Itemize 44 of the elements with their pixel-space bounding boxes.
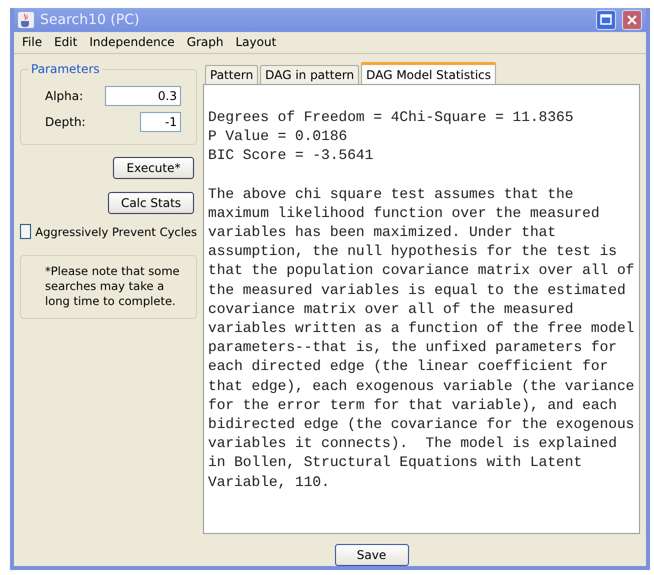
tab[interactable]: DAG Model Statistics: [361, 62, 496, 84]
explanation-line: parameters--that is, the unfixed parameters for: [208, 339, 618, 358]
field-label: Depth:: [44, 115, 87, 129]
calc-stats-button[interactable]: Calc Stats: [108, 192, 194, 214]
close-icon: [626, 14, 638, 26]
menu-item[interactable]: Graph: [180, 35, 230, 50]
explanation-line: covariance matrix over all of the measured: [208, 300, 574, 320]
menu-item[interactable]: Independence: [83, 35, 181, 50]
explanation-line: Variable, 110.: [208, 474, 331, 493]
explanation-line: for the error term for that variable), and each: [208, 396, 618, 416]
explanation-line: in Bollen, Structural Equations with Latent: [208, 454, 584, 474]
save-button[interactable]: Save: [334, 544, 408, 566]
stats-line: BIC Score = -3.5641: [208, 147, 374, 166]
note-text: *Please note that some searches may take a long time to complete.: [20, 255, 197, 319]
explanation-line: each directed edge (the linear coefficient for: [208, 358, 610, 378]
explanation-line: variables it connects). The model is explained: [208, 435, 618, 454]
menu-item[interactable]: Layout: [230, 35, 282, 50]
maximize-button[interactable]: [596, 10, 616, 30]
field-label: Alpha:: [44, 89, 84, 103]
explanation-line: variables written as a function of the free model: [208, 320, 636, 340]
explanation-line: that the population covariance matrix over all of: [208, 262, 636, 282]
explanation-line: assumption, the null hypothesis for the test is: [208, 243, 618, 262]
stats-line: P Value = 0.0186: [208, 128, 348, 148]
tab[interactable]: DAG in pattern: [260, 65, 360, 84]
checkbox-label: Aggressively Prevent Cycles: [35, 224, 197, 238]
tab[interactable]: Pattern: [205, 65, 258, 84]
explanation-line: the measured variables is equal to the estimated: [208, 282, 627, 301]
stats-line: Degrees of Freedom = 4Chi-Square = 11.8365: [208, 109, 574, 128]
execute-button[interactable]: Execute*: [113, 157, 194, 179]
explanation-line: bidirected edge (the covariance for the exogenous: [208, 416, 636, 436]
close-button[interactable]: [622, 10, 642, 30]
maximize-icon: [600, 14, 612, 26]
coffee-cup-icon: [18, 12, 34, 28]
menu-item[interactable]: Edit: [48, 35, 84, 50]
explanation-line: maximum likelihood function over the measured: [208, 204, 601, 224]
number-field[interactable]: -1: [140, 112, 181, 132]
menu-item[interactable]: File: [16, 35, 48, 50]
explanation-line: variables has been maximized. Under that: [208, 224, 558, 244]
panel-title: Parameters: [30, 62, 101, 76]
explanation-line: that edge), each exogenous variable (the variance: [208, 378, 636, 397]
checkbox[interactable]: [20, 224, 32, 239]
number-field[interactable]: 0.3: [105, 86, 181, 106]
window-title: Search10 (PC): [40, 12, 141, 28]
explanation-line: The above chi square test assumes that the: [208, 186, 574, 205]
